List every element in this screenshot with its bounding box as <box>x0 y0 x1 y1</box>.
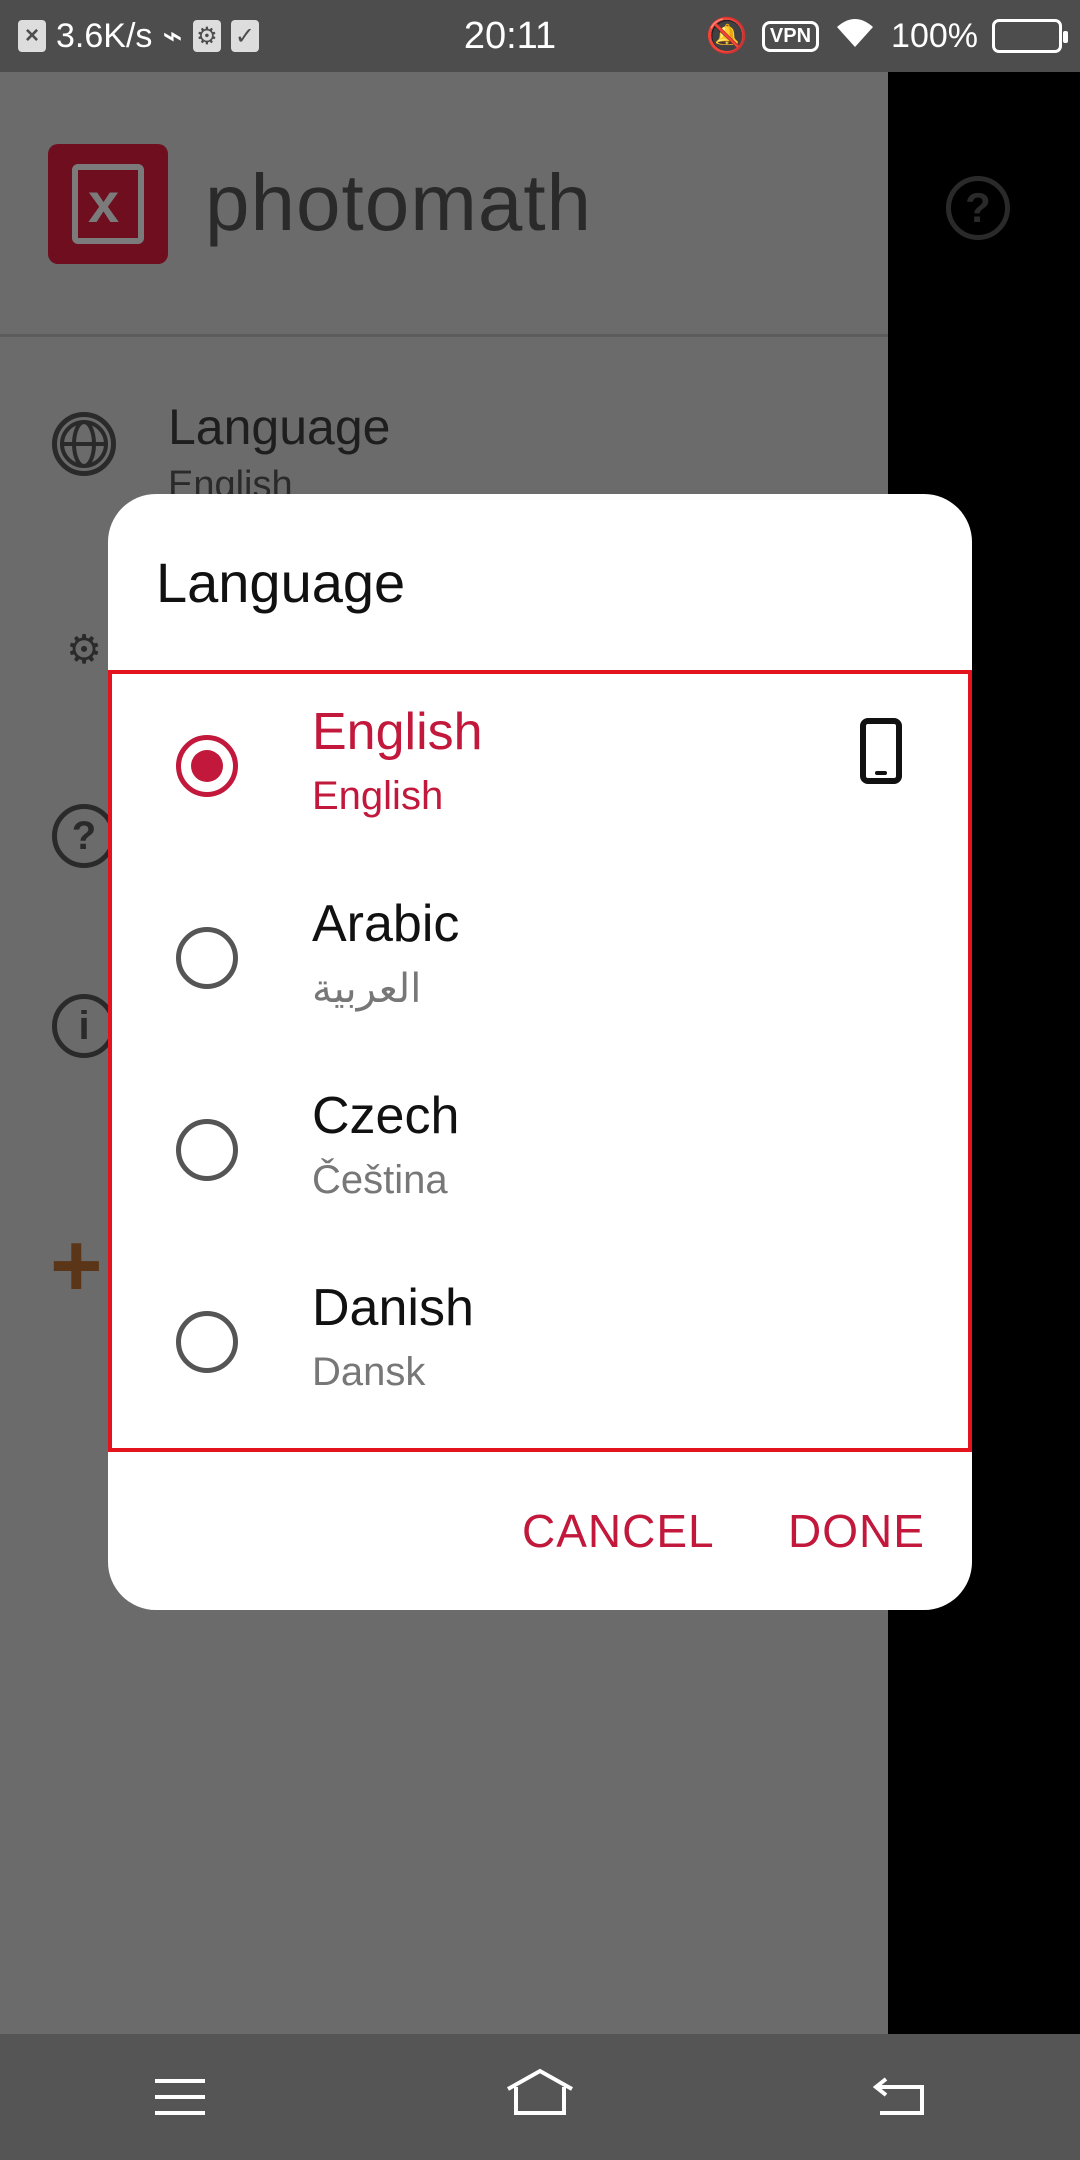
language-native-name: English <box>312 774 444 818</box>
drawer-header: photomath <box>0 72 888 337</box>
back-nav-icon[interactable] <box>850 2065 950 2130</box>
network-speed: 3.6K/s <box>56 16 153 55</box>
brand-name: photomath <box>205 158 593 247</box>
photomath-logo <box>48 144 168 264</box>
vpn-icon: VPN <box>761 20 820 52</box>
language-option-czech[interactable]: Czech Čeština <box>112 1058 968 1250</box>
clock: 20:11 <box>463 14 557 57</box>
language-option-english[interactable]: English English <box>112 674 968 866</box>
cancel-button[interactable]: CANCEL <box>522 1504 715 1558</box>
radio-unselected[interactable] <box>176 1119 238 1181</box>
usb-debug-icon: ⚙ <box>192 20 221 52</box>
language-option-arabic[interactable]: Arabic العربية <box>112 866 968 1058</box>
radio-selected[interactable] <box>176 735 238 797</box>
language-native-name: Čeština <box>312 1158 448 1202</box>
language-native-name: العربية <box>312 967 422 1011</box>
device-language-icon <box>860 718 902 784</box>
menu-language-label[interactable]: Language <box>168 398 390 456</box>
radio-unselected[interactable] <box>176 927 238 989</box>
help-icon: ? <box>52 804 116 868</box>
language-name: English <box>312 703 483 761</box>
language-dialog: Language English English Arabic العربية … <box>108 494 972 1610</box>
language-native-name: Dansk <box>312 1350 426 1394</box>
gear-icon: ⚙ <box>66 628 102 672</box>
plus-icon: + <box>50 1216 103 1316</box>
help-circle-icon[interactable]: ? <box>946 176 1010 240</box>
info-icon: i <box>52 994 116 1058</box>
globe-icon <box>52 412 116 476</box>
clipboard-icon: ✓ <box>230 20 259 52</box>
radio-unselected[interactable] <box>176 1311 238 1373</box>
battery-percent: 100% <box>891 16 978 55</box>
language-name: Arabic <box>312 895 460 953</box>
menu-nav-icon[interactable] <box>130 2065 230 2130</box>
close-notification-icon: × <box>18 20 46 52</box>
dialog-title: Language <box>156 551 406 614</box>
language-list: English English Arabic العربية Czech Češ… <box>108 670 972 1452</box>
done-button[interactable]: DONE <box>788 1504 925 1558</box>
language-name: Danish <box>312 1279 474 1337</box>
language-name: Czech <box>312 1087 460 1145</box>
usb-icon: ⌁ <box>162 17 183 55</box>
wifi-icon <box>833 15 877 58</box>
system-nav-bar <box>0 2034 1080 2160</box>
language-option-danish[interactable]: Danish Dansk <box>112 1250 968 1442</box>
status-bar: × 3.6K/s ⌁ ⚙ ✓ 20:11 🔕 VPN 100% <box>0 0 1080 72</box>
home-nav-icon[interactable] <box>490 2065 590 2130</box>
battery-icon <box>992 19 1068 53</box>
bell-off-icon: 🔕 <box>705 17 748 55</box>
